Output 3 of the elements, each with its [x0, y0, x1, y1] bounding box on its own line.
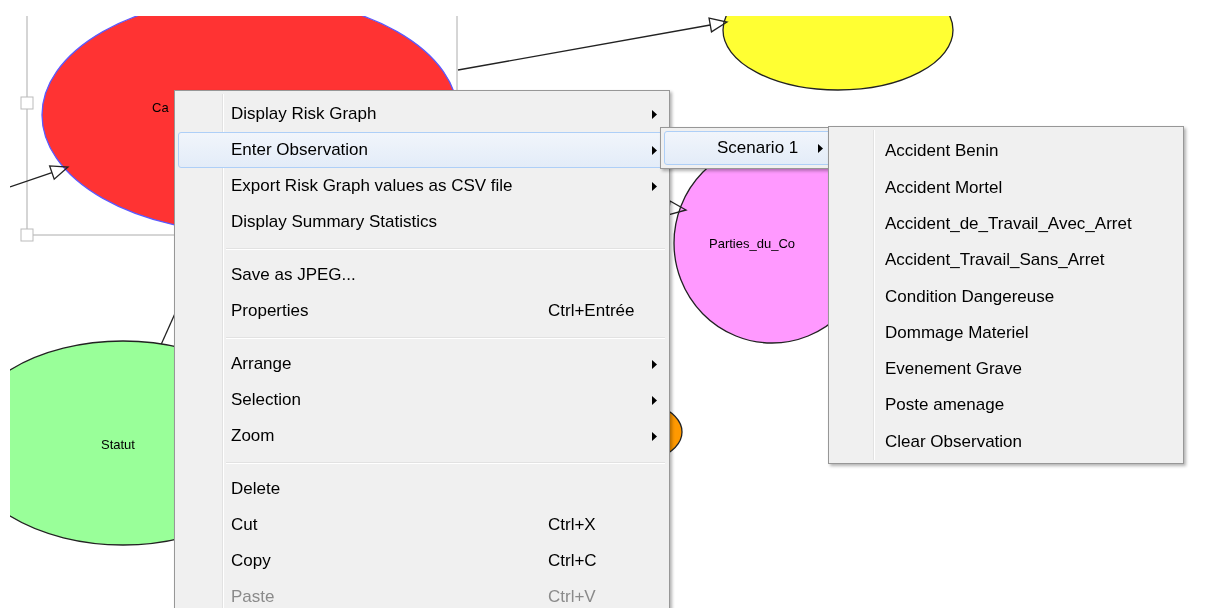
node-label: Parties_du_Co [709, 236, 795, 251]
node-label: Ca [152, 100, 169, 115]
node-label: Statut [101, 437, 135, 452]
